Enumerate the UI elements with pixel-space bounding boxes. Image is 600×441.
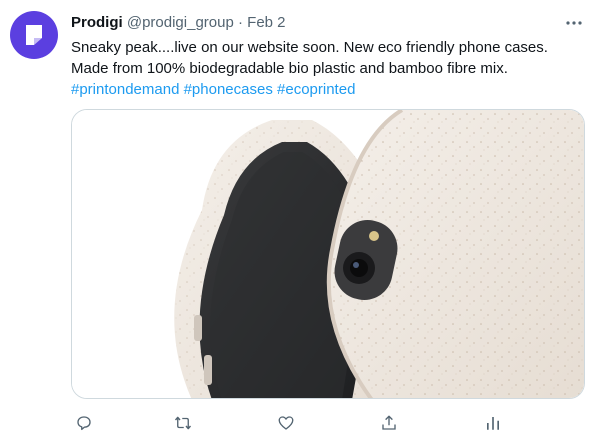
tweet-header: Prodigi @prodigi_group · Feb 2 <box>71 13 590 33</box>
author-handle[interactable]: @prodigi_group <box>127 14 234 31</box>
avatar[interactable] <box>10 11 58 59</box>
tweet-text: Sneaky peak....live on our website soon.… <box>71 37 586 100</box>
meta-separator: · <box>237 14 243 31</box>
hashtag-link[interactable]: #phonecases <box>184 81 273 98</box>
phone-case-photo <box>72 110 584 398</box>
like-button[interactable] <box>273 410 299 436</box>
analytics-icon <box>487 417 499 430</box>
more-options-button[interactable] <box>564 13 584 33</box>
reply-button[interactable] <box>71 410 97 436</box>
retweet-button[interactable] <box>170 410 196 436</box>
hashtag-line: #printondemand #phonecases #ecoprinted <box>71 79 586 100</box>
author-name[interactable]: Prodigi <box>71 14 123 31</box>
back-phone-case <box>326 110 584 398</box>
share-icon <box>382 415 396 430</box>
hashtag-link[interactable]: #printondemand <box>71 81 179 98</box>
tweet-date[interactable]: Feb 2 <box>247 14 285 31</box>
retweet-icon <box>174 416 192 430</box>
share-button[interactable] <box>376 410 402 436</box>
tweet-media[interactable] <box>71 109 585 399</box>
analytics-button[interactable] <box>480 410 506 436</box>
tweet-actions <box>71 410 585 436</box>
hashtag-link[interactable]: #ecoprinted <box>277 81 355 98</box>
tweet-text-line: Sneaky peak....live on our website soon.… <box>71 39 548 56</box>
more-icon <box>566 21 582 25</box>
reply-icon <box>77 416 91 431</box>
prodigi-logo-icon <box>26 25 42 45</box>
tweet-text-line: Made from 100% biodegradable bio plastic… <box>71 60 508 77</box>
like-icon <box>278 416 294 430</box>
